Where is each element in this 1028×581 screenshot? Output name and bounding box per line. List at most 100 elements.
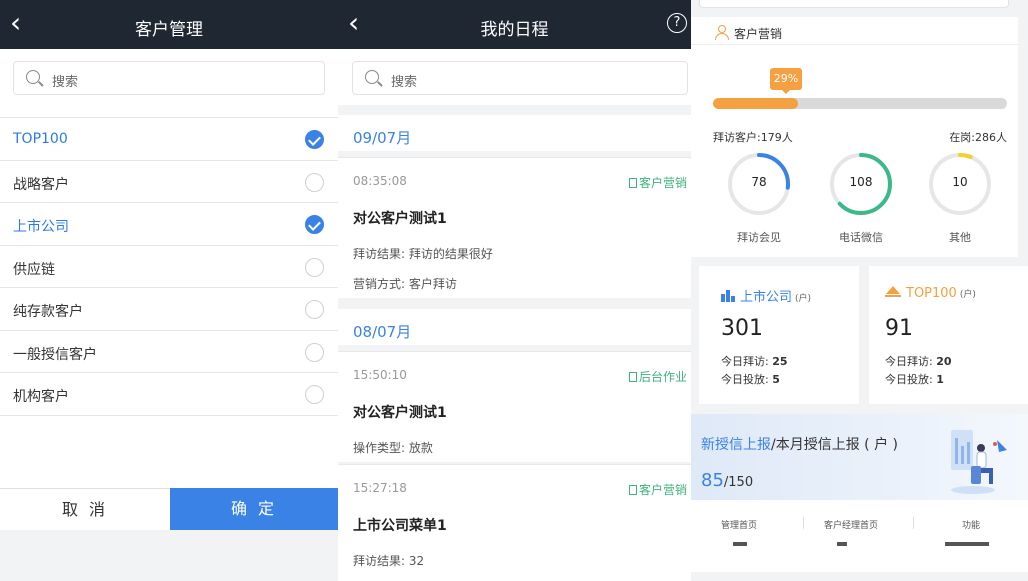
stat-visit-label: 今日拜访: <box>721 355 773 368</box>
list-item[interactable]: 纯存款客户 <box>0 288 338 331</box>
entry-tag: 后台作业 <box>628 368 687 385</box>
stat-card-top100[interactable]: TOP100 (户) 91 今日拜访: 20 今日投放: 1 <box>869 266 1028 404</box>
ring-label: 电话微信 <box>839 231 883 244</box>
cancel-button[interactable]: 取 消 <box>0 488 170 530</box>
stat-title: 上市公司 <box>740 290 793 305</box>
schedule-card[interactable]: 15:27:18 客户营销 上市公司菜单1 拜访结果: 32 <box>338 464 691 581</box>
marketing-card[interactable]: 客户营销 29% 拜访客户:179人 在岗:286人 78 拜访会见 108 电… <box>691 17 1018 257</box>
stat-loan-label: 今日投放: <box>885 373 937 386</box>
stat-card-listed[interactable]: 上市公司 (户) 301 今日拜访: 25 今日投放: 5 <box>699 266 859 404</box>
ring-label: 拜访会见 <box>737 231 781 244</box>
list-item-label: TOP100 <box>13 131 68 147</box>
date-header: 09/07月 <box>338 115 691 151</box>
stat-visit: 今日拜访: 25 <box>721 353 788 369</box>
credit-count: 85/150 <box>701 470 753 491</box>
list-item[interactable]: 战略客户 <box>0 161 338 203</box>
search-icon <box>365 70 379 84</box>
stat-title: TOP100 <box>906 286 957 301</box>
bookmark-icon <box>628 485 637 495</box>
nav-item-manager-home[interactable]: 客户经理首页 <box>811 518 891 531</box>
schedule-panel: ‹ 我的日程 ? 搜索 09/07月 08:35:08 客户营销 对公客户测试1… <box>338 0 691 581</box>
list-item[interactable]: TOP100 <box>0 118 338 161</box>
marketing-header: 客户营销 <box>691 17 1018 45</box>
checkbox-checked-icon[interactable] <box>305 215 324 234</box>
confirm-button[interactable]: 确 定 <box>170 488 338 530</box>
stat-header: 上市公司 (户) <box>721 286 811 305</box>
nav-divider <box>803 517 804 529</box>
ring-chart: 78 <box>727 152 791 216</box>
entry-detail: 营销方式: 客户拜访 <box>353 277 457 291</box>
entry-title: 对公客户测试1 <box>353 211 447 227</box>
list-item[interactable]: 一般授信客户 <box>0 331 338 373</box>
stat-visit: 今日拜访: 20 <box>885 353 952 369</box>
page-title: 我的日程 <box>480 20 549 40</box>
credit-count-value: 85 <box>701 470 724 491</box>
search-icon <box>26 70 40 84</box>
checkbox-icon[interactable] <box>305 300 324 319</box>
list-item-label: 机构客户 <box>13 389 69 405</box>
nav-item-functions[interactable]: 功能 <box>941 518 1001 531</box>
stat-count: 301 <box>721 316 763 341</box>
entry-tag: 客户营销 <box>628 481 687 498</box>
entry-tag-label: 客户营销 <box>638 483 687 497</box>
progress-track <box>713 98 1007 109</box>
bookmark-icon <box>628 178 637 188</box>
entry-title: 对公客户测试1 <box>353 405 447 421</box>
search-placeholder: 搜索 <box>391 75 418 90</box>
stat-header: TOP100 (户) <box>885 286 976 301</box>
ring-value: 108 <box>849 175 873 189</box>
nav-divider <box>913 517 914 529</box>
date-header: 08/07月 <box>338 309 691 345</box>
schedule-card[interactable]: 15:50:10 后台作业 对公客户测试1 操作类型: 放款 <box>338 351 691 462</box>
entry-time: 08:35:08 <box>353 174 407 188</box>
credit-count-total: /150 <box>723 475 754 490</box>
stat-loan-label: 今日投放: <box>721 373 773 386</box>
credit-report-banner[interactable]: 新授信上报/本月授信上报 ( 户 ) 85/150 <box>691 414 1028 500</box>
list-item[interactable]: 供应链 <box>0 246 338 288</box>
stat-count: 91 <box>885 316 913 341</box>
ring-chart: 108 <box>829 152 893 216</box>
page-title: 客户管理 <box>135 20 203 40</box>
checkbox-checked-icon[interactable] <box>305 130 324 149</box>
footer-area <box>0 530 338 581</box>
person-icon <box>714 25 730 40</box>
checkbox-icon[interactable] <box>305 257 324 277</box>
search-input[interactable]: 搜索 <box>352 61 688 95</box>
stat-visit-value: 25 <box>772 355 788 368</box>
list-item-label: 纯存款客户 <box>13 304 83 320</box>
person-with-chart-illustration <box>943 422 1013 496</box>
action-bar: 取 消 确 定 <box>0 488 338 530</box>
entry-tag-label: 客户营销 <box>638 176 687 190</box>
search-input[interactable]: 搜索 <box>13 61 325 95</box>
nav-icon-fragment <box>945 542 989 546</box>
stat-loan-value: 5 <box>772 373 780 386</box>
nav-item-manage-home[interactable]: 管理首页 <box>709 518 769 531</box>
list-item[interactable]: 机构客户 <box>0 373 338 416</box>
credit-title-month: /本月授信上报 ( 户 ) <box>771 437 898 453</box>
search-placeholder: 搜索 <box>52 75 79 90</box>
ring-value: 10 <box>952 175 968 189</box>
list-item-label: 供应链 <box>13 261 55 278</box>
help-icon[interactable]: ? <box>667 13 687 33</box>
entry-time: 15:27:18 <box>353 481 407 495</box>
entry-detail: 拜访结果: 拜访的结果很好 <box>353 247 493 261</box>
credit-title-new: 新授信上报 <box>701 437 771 453</box>
list-item-label: 一般授信客户 <box>13 346 97 363</box>
crown-icon <box>885 286 901 297</box>
list-item[interactable]: 上市公司 <box>0 203 338 246</box>
bottom-nav: 管理首页 客户经理首页 功能 <box>691 500 1028 572</box>
checkbox-icon[interactable] <box>305 385 324 404</box>
entry-detail: 拜访结果: 32 <box>353 554 425 568</box>
progress-bubble: 29% <box>770 68 802 94</box>
list-item-label: 上市公司 <box>13 219 69 235</box>
stat-visit-label: 今日拜访: <box>885 355 937 368</box>
checkbox-icon[interactable] <box>305 342 324 362</box>
search-area: 搜索 <box>338 49 691 105</box>
stat-loan-value: 1 <box>936 373 944 386</box>
schedule-card[interactable]: 08:35:08 客户营销 对公客户测试1 拜访结果: 拜访的结果很好 营销方式… <box>338 157 691 298</box>
stat-visit-value: 20 <box>936 355 952 368</box>
entry-tag-label: 后台作业 <box>638 370 687 384</box>
checkbox-icon[interactable] <box>305 172 324 192</box>
bookmark-icon <box>628 372 637 382</box>
customer-type-list: TOP100 战略客户 上市公司 供应链 纯存款客户 一般授信客户 机构客户 <box>0 117 338 416</box>
